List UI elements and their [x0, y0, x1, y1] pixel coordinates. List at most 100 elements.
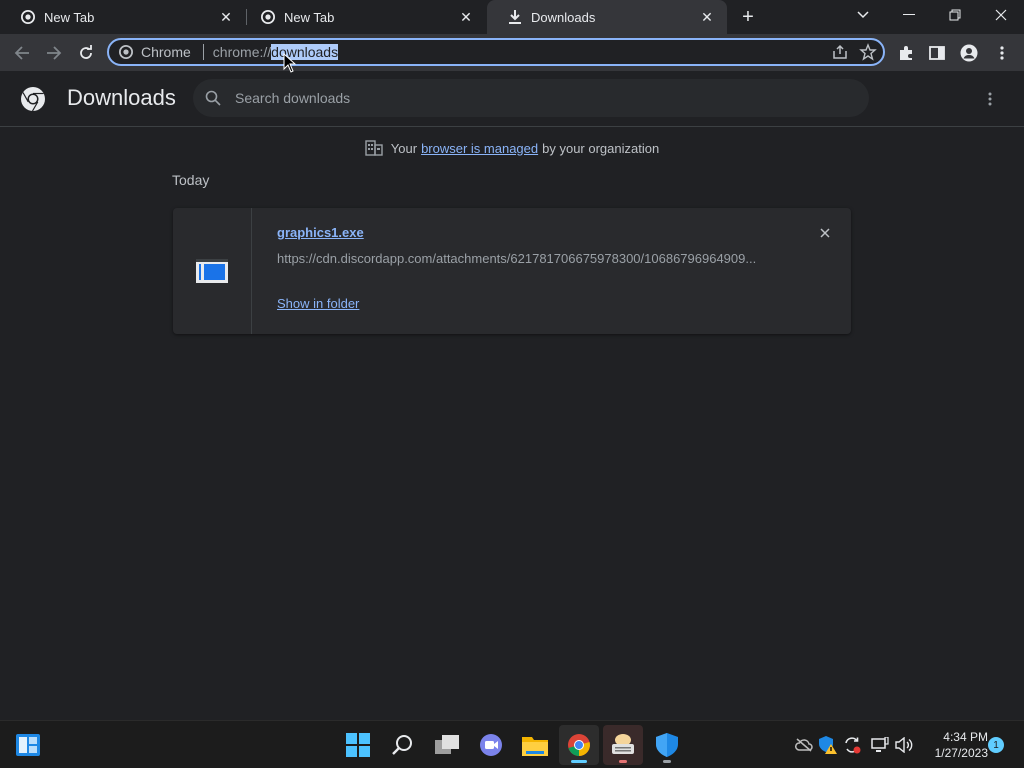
tab-new-tab-2[interactable]: New Tab ✕ — [240, 0, 486, 34]
taskbar-clock[interactable]: 4:34 PM 1/27/2023 — [920, 729, 988, 761]
more-vert-icon — [1000, 46, 1004, 60]
tab-label: New Tab — [44, 9, 95, 25]
remove-download-button[interactable] — [815, 223, 835, 243]
chevron-down-icon — [857, 11, 869, 19]
search-input[interactable] — [235, 90, 835, 106]
tab-search-button[interactable] — [840, 0, 886, 30]
downloads-menu-button[interactable] — [978, 87, 1002, 111]
side-panel-button[interactable] — [923, 39, 951, 67]
page-title: Downloads — [67, 85, 176, 110]
close-icon[interactable]: ✕ — [458, 9, 474, 25]
folder-icon — [522, 737, 548, 756]
volume-tray-icon[interactable] — [892, 733, 916, 757]
tab-new-tab-1[interactable]: New Tab ✕ — [0, 0, 246, 34]
address-bar[interactable]: Chrome chrome:// downloads — [107, 38, 885, 66]
tab-downloads[interactable]: Downloads ✕ — [487, 0, 727, 34]
running-indicator — [619, 760, 627, 763]
windows-logo-icon — [346, 733, 370, 757]
teams-chat-button[interactable] — [471, 725, 511, 765]
keyboard-icon — [612, 734, 634, 754]
date-group-label: Today — [172, 172, 210, 188]
arrow-left-icon — [14, 46, 29, 60]
shield-icon — [656, 733, 678, 757]
url-path-selected: downloads — [271, 44, 339, 60]
avatar-icon — [960, 44, 978, 62]
chrome-icon — [119, 45, 133, 59]
side-panel-icon — [929, 46, 945, 60]
task-view-icon — [435, 735, 459, 754]
exe-file-icon — [196, 259, 228, 283]
security-tray-icon[interactable] — [816, 733, 840, 757]
browser-toolbar: Chrome chrome:// downloads — [0, 34, 1024, 71]
share-icon[interactable] — [831, 43, 849, 61]
close-icon — [820, 228, 830, 238]
start-button[interactable] — [338, 725, 378, 765]
show-in-folder-link[interactable]: Show in folder — [277, 296, 359, 311]
arrow-right-icon — [47, 46, 62, 60]
sync-icon — [845, 737, 861, 754]
restore-button[interactable] — [932, 0, 978, 30]
defender-button[interactable] — [647, 725, 687, 765]
restore-icon — [949, 9, 961, 21]
speaker-icon — [895, 737, 913, 753]
keyboard-app-button[interactable] — [603, 725, 643, 765]
download-file-name-link[interactable]: graphics1.exe — [277, 225, 364, 240]
new-tab-button[interactable]: + — [736, 5, 760, 29]
close-icon[interactable]: ✕ — [218, 9, 234, 25]
chrome-icon — [20, 9, 36, 25]
close-icon[interactable]: ✕ — [699, 9, 715, 25]
mouse-cursor-icon — [283, 53, 297, 73]
minimize-button[interactable] — [886, 0, 932, 30]
managed-notice: Your browser is managed by your organiza… — [0, 140, 1024, 156]
widgets-icon — [16, 734, 40, 756]
puzzle-icon — [900, 46, 912, 60]
download-item: graphics1.exe https://cdn.discordapp.com… — [173, 208, 851, 334]
windows-taskbar: 4:34 PM 1/27/2023 1 — [0, 720, 1024, 768]
forward-button[interactable] — [40, 39, 68, 67]
search-downloads-box[interactable] — [193, 79, 869, 117]
clock-time: 4:34 PM — [943, 730, 988, 744]
bookmark-star-icon[interactable] — [859, 43, 877, 61]
download-source-url: https://cdn.discordapp.com/attachments/6… — [277, 251, 757, 266]
update-tray-icon[interactable] — [840, 733, 864, 757]
reload-icon — [80, 45, 92, 59]
profile-button[interactable] — [955, 39, 983, 67]
chrome-menu-button[interactable] — [988, 39, 1016, 67]
download-icon — [507, 9, 523, 25]
managed-prefix: Your — [390, 140, 418, 156]
widgets-button[interactable] — [8, 725, 48, 765]
clock-date: 1/27/2023 — [934, 746, 988, 760]
notification-badge[interactable]: 1 — [988, 737, 1004, 753]
reload-button[interactable] — [72, 39, 100, 67]
cloud-off-icon — [795, 738, 813, 752]
extensions-button[interactable] — [892, 39, 920, 67]
chrome-icon — [260, 9, 276, 25]
network-tray-icon[interactable] — [868, 733, 892, 757]
running-indicator — [663, 760, 671, 763]
back-button[interactable] — [8, 39, 36, 67]
url-scheme: chrome:// — [212, 44, 272, 60]
file-explorer-button[interactable] — [515, 725, 555, 765]
site-info-chip[interactable]: Chrome — [119, 44, 191, 60]
minimize-icon — [903, 14, 915, 15]
active-indicator — [571, 760, 587, 763]
browser-managed-link[interactable]: browser is managed — [421, 141, 538, 156]
downloads-header: Downloads — [0, 71, 1024, 127]
building-icon — [365, 140, 383, 156]
close-icon — [995, 9, 1007, 21]
more-vert-icon — [988, 92, 992, 106]
shield-warning-icon — [819, 736, 837, 754]
onedrive-tray-icon[interactable] — [792, 733, 816, 757]
chrome-taskbar-button[interactable] — [559, 725, 599, 765]
managed-suffix: by your organization — [542, 140, 660, 156]
site-chip-label: Chrome — [141, 44, 191, 60]
search-icon — [392, 735, 412, 755]
search-button[interactable] — [383, 725, 423, 765]
close-window-button[interactable] — [978, 0, 1024, 30]
tab-label: New Tab — [284, 9, 335, 25]
chrome-icon — [568, 734, 590, 756]
task-view-button[interactable] — [427, 725, 467, 765]
chrome-logo-icon — [21, 87, 45, 112]
tab-label: Downloads — [531, 9, 596, 25]
search-icon — [205, 90, 221, 106]
